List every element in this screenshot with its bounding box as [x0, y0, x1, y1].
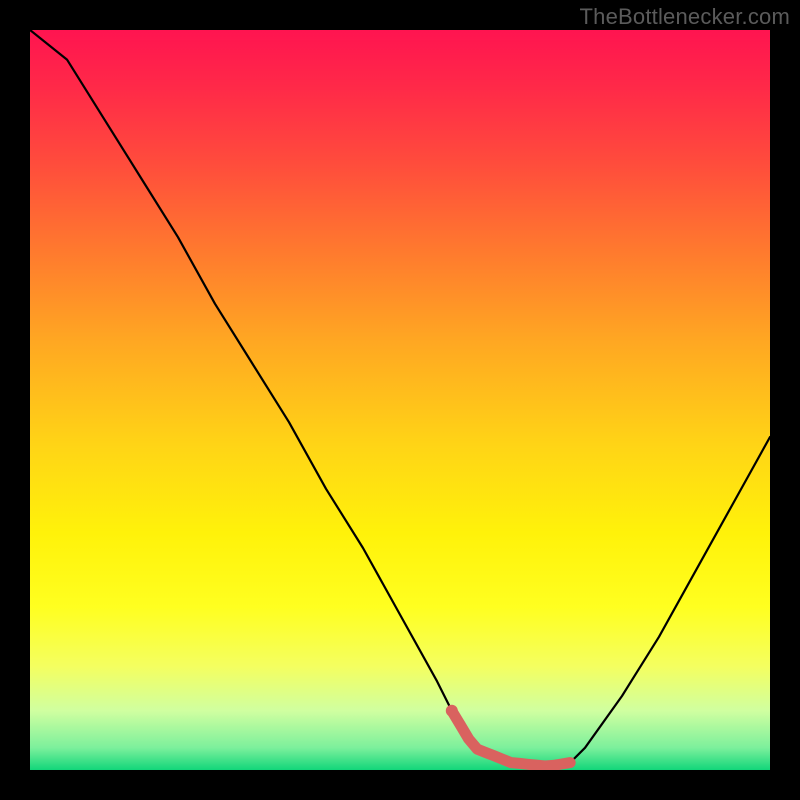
optimal-highlight-path	[452, 711, 570, 766]
watermark-text: TheBottlenecker.com	[580, 4, 790, 30]
optimal-highlight-dot	[446, 705, 458, 717]
chart-frame: TheBottlenecker.com	[0, 0, 800, 800]
plot-area	[30, 30, 770, 770]
bottleneck-curve-path	[30, 30, 770, 766]
chart-overlay	[30, 30, 770, 770]
